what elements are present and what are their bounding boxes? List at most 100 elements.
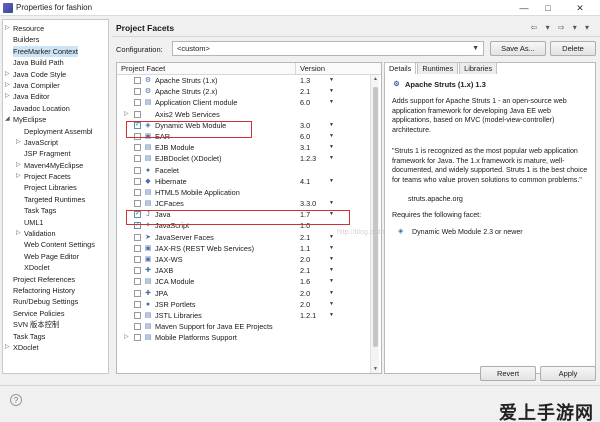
facet-row[interactable]: ▣ JAX-RS (REST Web Services) 1.1 ▼ (117, 243, 381, 254)
facet-version[interactable]: 1.3 (300, 75, 310, 86)
facet-checkbox[interactable] (134, 244, 141, 252)
collapsed-twisty-icon[interactable]: ▷ (5, 23, 10, 34)
facet-version[interactable]: 2.0 (300, 299, 310, 310)
tree-item[interactable]: Project References (3, 274, 108, 285)
tree-item[interactable]: ▷ Java Code Style (3, 69, 108, 80)
collapsed-twisty-icon[interactable]: ▷ (16, 137, 21, 148)
facet-version[interactable]: 2.0 (300, 288, 310, 299)
tab-runtimes[interactable]: Runtimes (417, 62, 459, 74)
tree-item[interactable]: ▷ XDoclet (3, 342, 108, 353)
tab-details[interactable]: Details (384, 62, 417, 74)
tree-item[interactable]: Task Tags (3, 205, 108, 216)
tree-item[interactable]: ▷ Maven4MyEclipse (3, 160, 108, 171)
tree-item[interactable]: Java Build Path (3, 57, 108, 68)
tree-item[interactable]: Task Tags (3, 331, 108, 342)
tree-item[interactable]: XDoclet (3, 262, 108, 273)
tree-item[interactable]: Run/Debug Settings (3, 296, 108, 307)
minimize-button[interactable]: — (512, 0, 536, 16)
tree-item[interactable]: Service Policies (3, 308, 108, 319)
scrollbar-thumb[interactable] (373, 87, 378, 347)
tree-item[interactable]: SVN 版本控制 (3, 319, 108, 330)
facet-version[interactable]: 4.1 (300, 176, 310, 187)
collapsed-twisty-icon[interactable]: ▷ (16, 228, 21, 239)
facet-row[interactable]: ▣ JAX-WS 2.0 ▼ (117, 254, 381, 265)
facet-checkbox[interactable] (134, 77, 141, 84)
collapsed-twisty-icon[interactable]: ▷ (5, 69, 10, 80)
tree-item[interactable]: Deployment Assembl (3, 126, 108, 137)
facet-checkbox[interactable] (134, 110, 141, 118)
version-dropdown-icon[interactable]: ▼ (329, 288, 334, 299)
facet-checkbox[interactable] (134, 311, 141, 319)
facet-version[interactable]: 1.6 (300, 276, 310, 287)
tree-item[interactable]: ▷ Project Facets (3, 171, 108, 182)
facet-version[interactable]: 2.1 (300, 86, 310, 97)
facet-row[interactable]: ◆ Hibernate 4.1 ▼ (117, 176, 381, 187)
tab-libraries[interactable]: Libraries (459, 62, 498, 74)
facet-checkbox[interactable] (134, 88, 141, 96)
version-dropdown-icon[interactable]: ▼ (329, 97, 334, 108)
tree-item[interactable]: UML1 (3, 217, 108, 228)
version-dropdown-icon[interactable]: ▼ (329, 86, 334, 97)
facet-row[interactable]: ▤ JCA Module 1.6 ▼ (117, 276, 381, 287)
facet-checkbox[interactable] (134, 155, 141, 163)
version-dropdown-icon[interactable]: ▼ (329, 75, 334, 86)
collapsed-twisty-icon[interactable]: ▷ (124, 109, 129, 120)
tree-item[interactable]: Javadoc Location (3, 103, 108, 114)
facet-row[interactable]: ⚙ Apache Struts (2.x) 2.1 ▼ (117, 86, 381, 97)
collapsed-twisty-icon[interactable]: ▷ (16, 160, 21, 171)
collapsed-twisty-icon[interactable]: ▷ (5, 80, 10, 91)
tree-item[interactable]: ▷ Java Editor (3, 91, 108, 102)
facet-version[interactable]: 2.0 (300, 254, 310, 265)
facet-checkbox[interactable] (134, 233, 141, 241)
version-dropdown-icon[interactable]: ▼ (329, 243, 334, 254)
version-dropdown-icon[interactable]: ▼ (329, 120, 334, 131)
version-dropdown-icon[interactable]: ▼ (329, 142, 334, 153)
save-as-button[interactable]: Save As... (490, 41, 546, 56)
tree-item[interactable]: Targeted Runtimes (3, 194, 108, 205)
facet-checkbox[interactable] (134, 323, 141, 331)
facet-version[interactable]: 1.2.1 (300, 310, 316, 321)
facet-version[interactable]: 6.0 (300, 97, 310, 108)
facet-version[interactable]: 3.1 (300, 142, 310, 153)
version-dropdown-icon[interactable]: ▼ (329, 176, 334, 187)
collapsed-twisty-icon[interactable]: ▷ (5, 91, 10, 102)
tree-item[interactable]: Web Page Editor (3, 251, 108, 262)
facet-version[interactable]: 3.0 (300, 120, 310, 131)
facet-row[interactable]: ● Facelet (117, 165, 381, 176)
collapsed-twisty-icon[interactable]: ▷ (5, 342, 10, 353)
facet-checkbox[interactable] (134, 99, 141, 107)
facet-row[interactable]: ▤ Maven Support for Java EE Projects (117, 321, 381, 332)
scroll-down-icon[interactable]: ▼ (373, 366, 378, 372)
facet-row[interactable]: ▷ Axis2 Web Services (117, 109, 381, 120)
version-dropdown-icon[interactable]: ▼ (329, 131, 334, 142)
maximize-button[interactable]: □ (536, 0, 560, 16)
facet-row[interactable]: ▤ EJB Module 3.1 ▼ (117, 142, 381, 153)
facet-row[interactable]: ▤ EJBDoclet (XDoclet) 1.2.3 ▼ (117, 153, 381, 164)
facet-version[interactable]: 3.3.0 (300, 198, 316, 209)
tree-item[interactable]: Project Libraries (3, 182, 108, 193)
facet-row[interactable]: ▤ HTML5 Mobile Application (117, 187, 381, 198)
expanded-twisty-icon[interactable]: ◢ (5, 114, 10, 125)
facet-scrollbar[interactable]: ▲ ▼ (370, 75, 379, 373)
scroll-up-icon[interactable]: ▲ (373, 76, 378, 82)
nav-arrows-icon[interactable]: ⇦ ▾ ⇨ ▾ ▾ (531, 23, 592, 32)
tree-item[interactable]: ◢ MyEclipse (3, 114, 108, 125)
version-dropdown-icon[interactable]: ▼ (329, 153, 334, 164)
facet-row[interactable]: ▷ ▤ Mobile Platforms Support (117, 332, 381, 343)
facet-row[interactable]: ✚ JAXB 2.1 ▼ (117, 265, 381, 276)
tree-item[interactable]: Refactoring History (3, 285, 108, 296)
facet-row[interactable]: ▤ JSTL Libraries 1.2.1 ▼ (117, 310, 381, 321)
col-facet-header[interactable]: Project Facet (121, 64, 165, 73)
facet-checkbox[interactable] (134, 267, 141, 275)
tree-item[interactable]: Web Content Settings (3, 239, 108, 250)
col-version-header[interactable]: Version (300, 64, 325, 73)
facet-row[interactable]: ✚ JPA 2.0 ▼ (117, 288, 381, 299)
version-dropdown-icon[interactable]: ▼ (329, 276, 334, 287)
facet-checkbox[interactable] (134, 256, 141, 263)
help-icon[interactable]: ? (10, 394, 22, 406)
facet-version[interactable]: 1.2.3 (300, 153, 316, 164)
facet-version[interactable]: 6.0 (300, 131, 310, 142)
version-dropdown-icon[interactable]: ▼ (329, 198, 334, 209)
facet-version[interactable]: 2.1 (300, 232, 310, 243)
facet-checkbox[interactable] (134, 188, 141, 196)
